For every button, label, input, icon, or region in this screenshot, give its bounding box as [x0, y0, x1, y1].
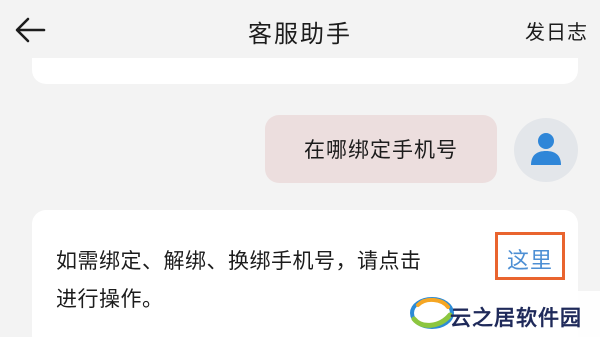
send-log-button[interactable]: 发日志 [525, 16, 588, 45]
here-link[interactable]: 这里 [495, 232, 565, 280]
watermark-text: 云之居软件园 [450, 306, 582, 330]
previous-message-card [32, 58, 578, 84]
chat-screen: 客服助手 发日志 在哪绑定手机号 如需绑定、解绑、换绑手机号，请点击 这里 进行… [0, 0, 600, 337]
user-message-bubble: 在哪绑定手机号 [265, 115, 497, 183]
reply-text-line-2: 进行操作。 [56, 287, 164, 311]
reply-text-line-1: 如需绑定、解绑、换绑手机号，请点击 [56, 249, 422, 273]
header-bar: 客服助手 发日志 [0, 0, 600, 58]
avatar[interactable] [514, 118, 578, 182]
page-title: 客服助手 [248, 20, 352, 48]
user-icon [531, 133, 561, 165]
